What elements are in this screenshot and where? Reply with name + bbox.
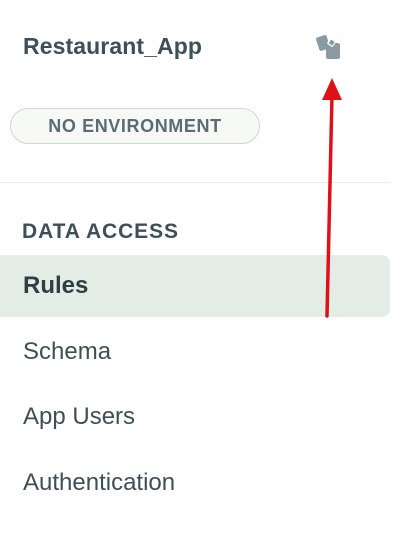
copy-icon <box>316 35 340 59</box>
nav-item-schema[interactable]: Schema <box>0 321 390 383</box>
copy-app-id-button[interactable] <box>312 30 348 64</box>
app-title: Restaurant_App <box>23 33 203 59</box>
nav-item-app-users[interactable]: App Users <box>0 386 390 448</box>
environment-badge[interactable]: NO ENVIRONMENT <box>10 108 260 144</box>
nav-item-label: App Users <box>23 403 136 430</box>
nav-item-label: Rules <box>23 272 89 299</box>
nav-item-rules[interactable]: Rules <box>0 255 390 317</box>
app-header: Restaurant_App <box>0 0 390 95</box>
nav-item-label: Authentication <box>23 469 176 496</box>
sidebar: Restaurant_App NO ENVIRONMENT DATA ACCES… <box>0 0 406 536</box>
section-heading-data-access: DATA ACCESS <box>22 220 179 243</box>
nav-item-authentication[interactable]: Authentication <box>0 452 390 514</box>
divider <box>0 182 390 183</box>
nav-item-label: Schema <box>23 338 112 365</box>
